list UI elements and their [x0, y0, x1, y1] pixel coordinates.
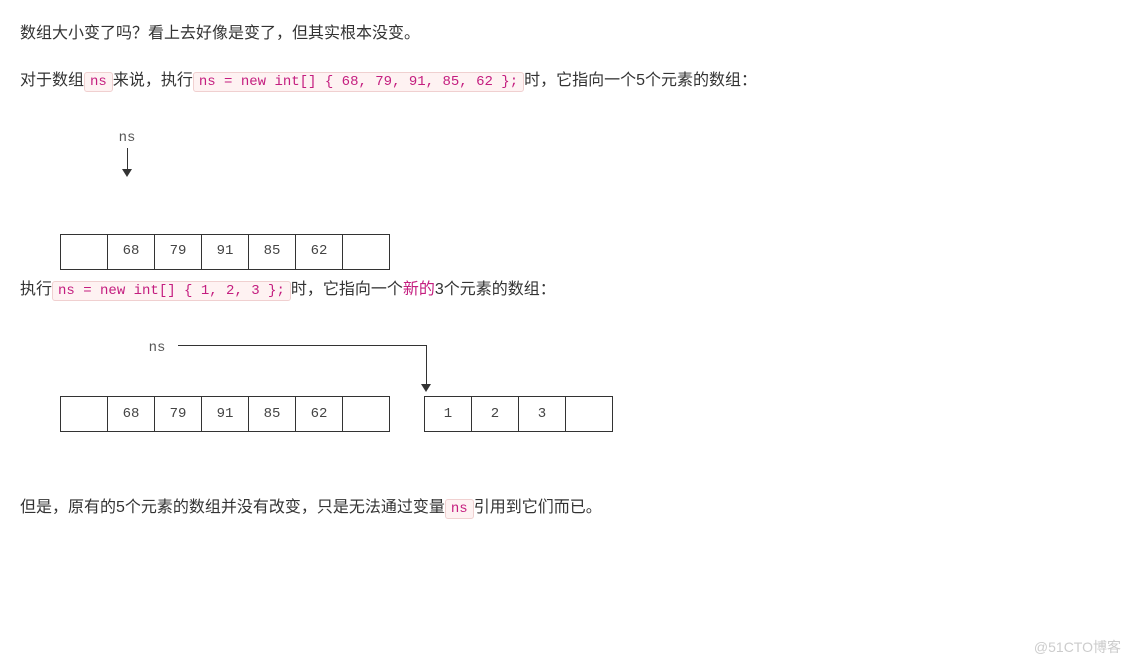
- array-gap: [389, 396, 425, 430]
- array-cell: [60, 234, 108, 270]
- code-inline: ns = new int[] { 68, 79, 91, 85, 62 };: [193, 72, 524, 92]
- paragraph-3: 执行ns = new int[] { 1, 2, 3 };时，它指向一个新的3个…: [20, 276, 1113, 305]
- array-cell: 68: [107, 234, 155, 270]
- array-cells-old: 68 79 91 85 62 1 2 3: [60, 396, 613, 432]
- array-cell: 62: [295, 234, 343, 270]
- array-cell: 2: [471, 396, 519, 432]
- diagram-array-2: ns 68 79 91 85 62 1 2 3: [50, 334, 1113, 454]
- arrow-down-icon: [421, 384, 431, 392]
- array-cell: [60, 396, 108, 432]
- array-cell: 68: [107, 396, 155, 432]
- emphasis-text: 新的: [403, 281, 435, 298]
- array-cell: [342, 396, 390, 432]
- pointer-line: [178, 345, 426, 346]
- diagram-array-1: ns 68 79 91 85 62: [50, 126, 1113, 236]
- code-inline: ns: [445, 499, 474, 519]
- text: 3个元素的数组：: [435, 281, 556, 298]
- array-cell: 91: [201, 396, 249, 432]
- array-cell: 85: [248, 234, 296, 270]
- array-cell: 91: [201, 234, 249, 270]
- watermark: @51CTO博客: [1034, 635, 1121, 660]
- text: 引用到它们而已。: [474, 499, 602, 516]
- array-cell: 62: [295, 396, 343, 432]
- paragraph-4: 但是，原有的5个元素的数组并没有改变，只是无法通过变量ns引用到它们而已。: [20, 494, 1113, 523]
- text: 执行: [20, 281, 52, 298]
- pointer-label: ns: [142, 336, 172, 361]
- paragraph-1: 数组大小变了吗？看上去好像是变了，但其实根本没变。: [20, 20, 1113, 49]
- pointer-line: [426, 345, 427, 385]
- array-cell: [342, 234, 390, 270]
- pointer-stem: [127, 148, 128, 170]
- text: 来说，执行: [113, 72, 193, 89]
- code-inline: ns = new int[] { 1, 2, 3 };: [52, 281, 291, 301]
- arrow-down-icon: [122, 169, 132, 177]
- array-cell: 85: [248, 396, 296, 432]
- array-cell: 3: [518, 396, 566, 432]
- array-cell: [565, 396, 613, 432]
- paragraph-2: 对于数组ns来说，执行ns = new int[] { 68, 79, 91, …: [20, 67, 1113, 96]
- text: 时，它指向一个5个元素的数组：: [524, 72, 757, 89]
- array-cells: 68 79 91 85 62: [60, 234, 390, 270]
- code-inline: ns: [84, 72, 113, 92]
- text: 但是，原有的5个元素的数组并没有改变，只是无法通过变量: [20, 499, 445, 516]
- array-cell: 79: [154, 396, 202, 432]
- text: 对于数组: [20, 72, 84, 89]
- array-cell: 1: [424, 396, 472, 432]
- text: 时，它指向一个: [291, 281, 403, 298]
- array-cell: 79: [154, 234, 202, 270]
